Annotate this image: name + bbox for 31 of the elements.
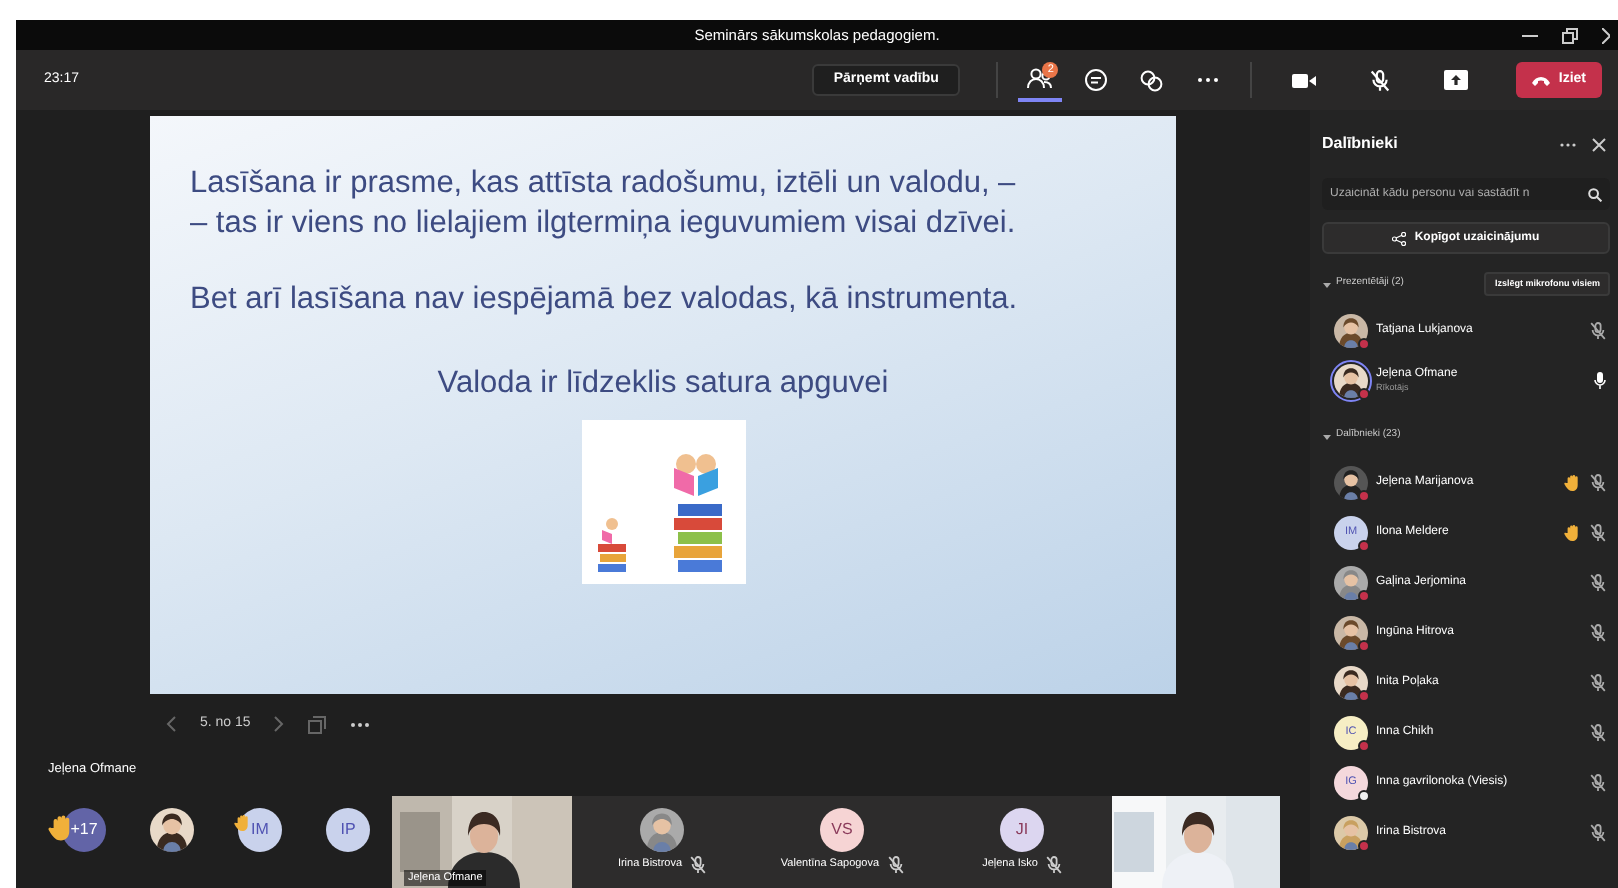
panel-title: Dalībnieki (1322, 132, 1398, 156)
participant-avatar: IM (238, 808, 282, 852)
participant-avatar: VS (820, 808, 864, 852)
microphone-icon (1370, 69, 1391, 91)
participant-avatar: IP (326, 808, 370, 852)
mic-off-icon (1045, 856, 1062, 874)
slide-caption: Valoda ir līdzeklis satura apguvei (435, 364, 891, 405)
slide-text: Bet arī lasīšana nav iespējamā bez valodas, kā instrumenta. (190, 280, 1020, 321)
rooms-icon (1138, 68, 1167, 92)
more-participants-avatar: +17 (62, 808, 106, 852)
caret-icon[interactable] (1322, 431, 1332, 441)
previous-icon[interactable] (166, 716, 176, 732)
minimize-icon[interactable] (1522, 33, 1538, 37)
caret-icon[interactable] (1322, 279, 1332, 289)
search-icon (1588, 187, 1602, 201)
share-icon (1444, 70, 1469, 90)
more-icon[interactable] (350, 721, 371, 727)
participants-icon (1026, 66, 1055, 90)
restore-icon[interactable] (1562, 27, 1578, 43)
participant-avatar: JI (1000, 808, 1044, 852)
mic-off-icon (887, 856, 904, 874)
chat-icon (1082, 68, 1111, 92)
phone-icon (1532, 75, 1551, 85)
camera-icon (1292, 71, 1317, 89)
next-icon[interactable] (274, 716, 285, 732)
mic-off-icon (690, 856, 707, 874)
slides-icon[interactable] (308, 715, 327, 733)
slide-text: – tas ir viens no lielajiem ilgtermiņa ieguvumiem visai dzīvei. (190, 204, 1018, 245)
slide-text: Lasīšana ir prasme, kas attīsta radošumu, iztēli un valodu, – (190, 164, 1018, 204)
share-icon (1392, 231, 1407, 245)
more-icon[interactable] (1560, 141, 1576, 147)
